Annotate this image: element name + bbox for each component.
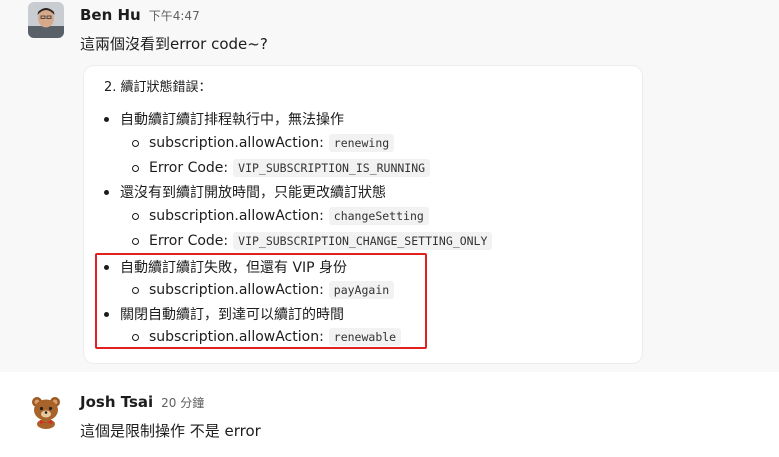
bullet-circle: [132, 139, 139, 147]
sub-item-label: Error Code:: [149, 160, 229, 176]
ben-hu-avatar[interactable]: [28, 2, 64, 38]
list-item-text: 還沒有到續訂開放時間，只能更改續訂狀態: [120, 185, 386, 201]
message-header: Josh Tsai 20 分鐘: [80, 393, 204, 415]
message-timestamp[interactable]: 20 分鐘: [161, 394, 204, 411]
sub-list-item: subscription.allowAction: renewing: [132, 133, 395, 153]
bullet-dot: [104, 116, 109, 122]
bullet-circle: [132, 164, 139, 172]
josh-tsai-avatar[interactable]: [28, 393, 64, 429]
bullet-dot: [104, 189, 109, 195]
message-text: 這個是限制操作 不是 error: [80, 422, 261, 440]
message-header: Ben Hu 下午4:47: [80, 6, 200, 28]
sub-list-item: subscription.allowAction: changeSetting: [132, 206, 429, 226]
list-item-text: 自動續訂續訂排程執行中，無法操作: [120, 112, 344, 128]
sub-list-item: Error Code: VIP_SUBSCRIPTION_IS_RUNNING: [132, 158, 431, 178]
message-timestamp[interactable]: 下午4:47: [149, 7, 200, 24]
sub-item-label: subscription.allowAction:: [149, 208, 324, 224]
image-attachment[interactable]: 2. 續訂狀態錯誤： 自動續訂續訂排程執行中，無法操作 subscription…: [84, 66, 642, 363]
list-item: 自動續訂續訂排程執行中，無法操作: [104, 109, 344, 129]
message-text: 這兩個沒看到error code~?: [80, 35, 268, 53]
code-value: renewing: [328, 134, 395, 152]
sub-list-item: Error Code: VIP_SUBSCRIPTION_CHANGE_SETT…: [132, 231, 493, 251]
attachment-heading: 2. 續訂狀態錯誤：: [104, 80, 212, 95]
sender-name[interactable]: Josh Tsai: [80, 393, 153, 411]
code-value: VIP_SUBSCRIPTION_CHANGE_SETTING_ONLY: [233, 232, 493, 250]
red-highlight-box: [95, 253, 427, 349]
code-value: changeSetting: [328, 207, 429, 225]
bullet-circle: [132, 237, 139, 245]
sender-name[interactable]: Ben Hu: [80, 6, 141, 24]
sub-item-label: subscription.allowAction:: [149, 135, 324, 151]
sub-item-label: Error Code:: [149, 233, 229, 249]
bullet-circle: [132, 212, 139, 220]
list-item: 還沒有到續訂開放時間，只能更改續訂狀態: [104, 182, 386, 202]
code-value: VIP_SUBSCRIPTION_IS_RUNNING: [233, 159, 431, 177]
